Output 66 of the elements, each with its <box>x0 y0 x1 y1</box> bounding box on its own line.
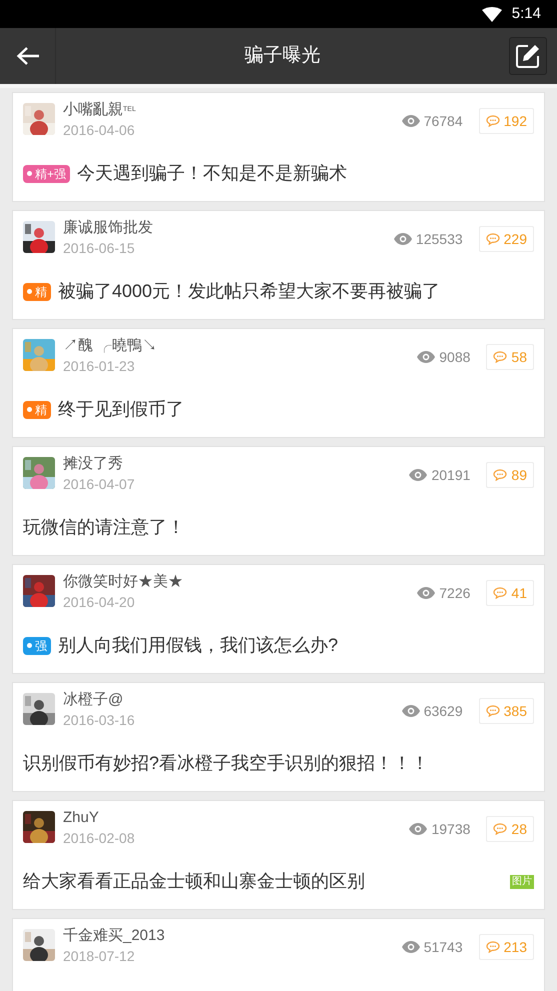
picture-tag: 图片 <box>510 874 534 888</box>
author-name: 廉诚服饰批发 <box>63 218 153 238</box>
post-date: 2016-01-23 <box>63 357 136 376</box>
post-title: 识别假币有妙招?看冰橙子我空手识别的狠招！！！ <box>23 752 430 775</box>
speech-bubble-icon <box>493 587 508 599</box>
eye-icon <box>417 587 436 599</box>
view-count: 63629 <box>424 702 463 720</box>
speech-bubble-icon <box>486 115 500 127</box>
post-card[interactable]: ZhuY 2016-02-08 19738 28 给大家看看正品金士顿和山寨金士顿的区别 图片 <box>12 800 545 910</box>
speech-bubble-icon <box>486 233 500 245</box>
post-card[interactable]: ↗醜 ╭曉鴨↘ 2016-01-23 9088 58 精 终于见到假币了 <box>12 328 545 438</box>
author-name: ZhuY <box>63 808 100 828</box>
author-name: 你微笑时好★美★ <box>63 572 183 592</box>
post-date: 2016-03-16 <box>63 711 135 730</box>
edit-icon <box>515 43 541 69</box>
compose-button[interactable] <box>509 37 547 75</box>
post-date: 2018-07-12 <box>63 947 136 966</box>
view-count: 51743 <box>424 938 463 956</box>
post-badge: 精+强 <box>23 164 70 182</box>
status-time: 5:14 <box>512 4 541 24</box>
eye-icon <box>409 823 428 835</box>
post-title: 今天遇到骗子！不知是不是新骗术 <box>77 162 348 185</box>
view-count: 125533 <box>416 230 463 248</box>
eye-icon <box>402 115 420 127</box>
post-date: 2016-04-06 <box>63 121 136 140</box>
speech-bubble-icon <box>493 351 508 363</box>
eye-icon <box>394 233 412 245</box>
author-name: 摊没了秀 <box>63 454 124 474</box>
eye-icon <box>402 941 420 953</box>
post-date: 2016-04-20 <box>63 593 136 612</box>
post-title: 终于见到假币了 <box>58 398 184 421</box>
post-title: 被骗了4000元！发此帖只希望大家不要再被骗了 <box>58 280 440 303</box>
post-title: 给大家看看正品金士顿和山寨金士顿的区别 <box>23 870 365 893</box>
view-count: 9088 <box>439 348 470 366</box>
post-title: 别人向我们用假钱，我们该怎么办? <box>58 634 338 657</box>
view-count: 20191 <box>431 466 470 484</box>
speech-bubble-icon <box>493 469 508 481</box>
eye-icon <box>402 705 420 717</box>
author-name: 小嘴亂親$^{TEL}$ <box>63 100 136 120</box>
speech-bubble-icon <box>486 941 500 953</box>
post-card[interactable]: 廉诚服饰批发 2016-06-15 125533 229 精 被骗了4000元！发此帖只希望大家不要再被骗了 <box>12 210 545 320</box>
post-card[interactable]: 小嘴亂親$^{TEL}$ 2016-04-06 76784 192 精+强 今天遇到骗子！不知是不是新骗术 <box>12 92 545 202</box>
post-card[interactable]: 千金难买_2013 2018-07-12 51743 213 <box>12 918 545 991</box>
post-date: 2016-02-08 <box>63 829 135 848</box>
post-badge: 强 <box>23 636 51 654</box>
author-name: 千金难买_2013 <box>63 926 165 946</box>
eye-icon <box>409 469 428 481</box>
view-count: 76784 <box>424 112 463 130</box>
author-name: ↗醜 ╭曉鴨↘ <box>63 336 158 356</box>
post-card[interactable]: 你微笑时好★美★ 2016-04-20 7226 41 强 别人向我们用假钱，我们该怎么办? <box>12 564 545 674</box>
view-count: 19738 <box>431 820 470 838</box>
post-title: 玩微信的请注意了！ <box>23 516 185 539</box>
post-card[interactable]: 冰橙子@ 2016-03-16 63629 385 识别假币有妙招?看冰橙子我空手识别的狠招！！！ <box>12 682 545 792</box>
view-count: 7226 <box>439 584 470 602</box>
page-title: 骗子曝光 <box>244 44 322 68</box>
speech-bubble-icon <box>493 823 508 835</box>
post-card[interactable]: 摊没了秀 2016-04-07 20191 89 玩微信的请注意了！ <box>12 446 545 556</box>
post-date: 2016-04-07 <box>63 475 135 494</box>
back-arrow-icon <box>16 46 40 66</box>
wifi-icon <box>482 6 502 22</box>
author-name: 冰橙子@ <box>63 690 124 710</box>
speech-bubble-icon <box>486 705 500 717</box>
eye-icon <box>417 351 436 363</box>
post-date: 2016-06-15 <box>63 239 136 258</box>
post-badge: 精 <box>23 282 51 300</box>
post-badge: 精 <box>23 400 51 418</box>
